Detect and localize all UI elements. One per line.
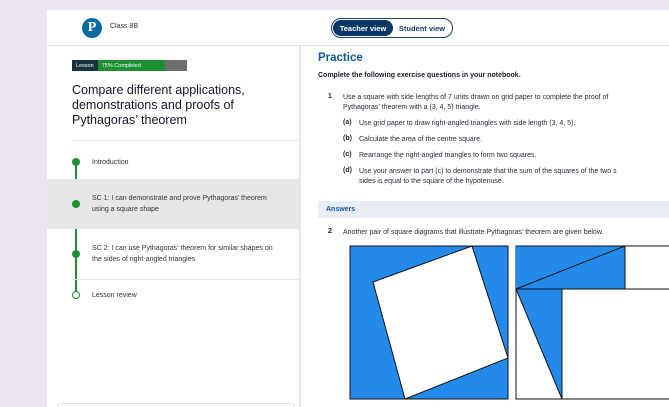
lesson-badge: Lesson (72, 60, 98, 71)
step-label: SC 2: I can use Pythagoras’ theorem for … (92, 245, 273, 263)
step-label: Lesson review (92, 292, 137, 299)
pythagoras-square-diagram-1 (349, 245, 509, 400)
pearson-logo-icon[interactable]: P (82, 18, 102, 38)
student-view-button[interactable]: Student view (393, 20, 451, 36)
progress-badge: 75% Completed (97, 60, 187, 71)
step-sc1[interactable]: SC 1: I can demonstrate and prove Pythag… (47, 179, 300, 229)
lesson-sidebar: Lesson 75% Completed Compare different a… (47, 46, 300, 407)
progress-label: 75% Completed (101, 62, 141, 69)
question-number: 2 (328, 228, 332, 235)
class-label: Class 8B (110, 23, 139, 30)
part-text: Use grid paper to draw right-angled tria… (359, 120, 576, 127)
lesson-badges: Lesson 75% Completed (72, 60, 187, 71)
lesson-title: Compare different applications, demonstr… (72, 83, 245, 127)
teacher-view-button[interactable]: Teacher view (333, 20, 393, 36)
view-toggle: Teacher view Student view (331, 18, 453, 38)
step-incomplete-dot-icon (72, 291, 80, 299)
part-letter: (a) (343, 119, 352, 126)
small-white-square (624, 245, 669, 290)
practice-content: Practice Complete the following exercise… (301, 46, 669, 407)
step-complete-dot-icon (72, 200, 80, 208)
part-text: Calculate the area of the centre square. (359, 136, 482, 143)
step-label: SC 1: I can demonstrate and prove Pythag… (92, 195, 267, 213)
part-letter: (c) (343, 151, 352, 158)
answers-toggle[interactable]: Answers (318, 201, 669, 218)
step-sc2[interactable]: SC 2: I can use Pythagoras’ theorem for … (47, 229, 300, 279)
sidebar-bottom-card (57, 403, 295, 407)
part-letter: (d) (343, 167, 352, 174)
divider (72, 140, 300, 141)
part-text: Rearrange the right-angled triangles to … (359, 152, 537, 159)
practice-heading: Practice (318, 52, 363, 64)
step-label: Introduction (92, 159, 129, 166)
part-text: Use your answer to part (c) to demonstra… (359, 168, 617, 175)
part-text: sides is equal to the square of the hypo… (359, 178, 504, 185)
step-complete-dot-icon (72, 158, 80, 166)
practice-intro: Complete the following exercise question… (318, 72, 521, 79)
step-introduction[interactable]: Introduction (47, 148, 300, 179)
question-text: Pythagoras’ theorem with a (3, 4, 5) tri… (343, 104, 481, 111)
question-number: 1 (328, 93, 332, 100)
step-lesson-review[interactable]: Lesson review (47, 280, 300, 311)
step-complete-dot-icon (72, 250, 80, 258)
pythagoras-square-diagram-2 (515, 245, 669, 400)
question-text: Use a square with side lengths of 7 unit… (343, 94, 609, 101)
part-letter: (b) (343, 135, 352, 142)
large-white-square (561, 288, 669, 400)
top-bar: P Class 8B Teacher view Student view (47, 10, 669, 46)
question-text: Another pair of square diagrams that ill… (343, 229, 604, 236)
